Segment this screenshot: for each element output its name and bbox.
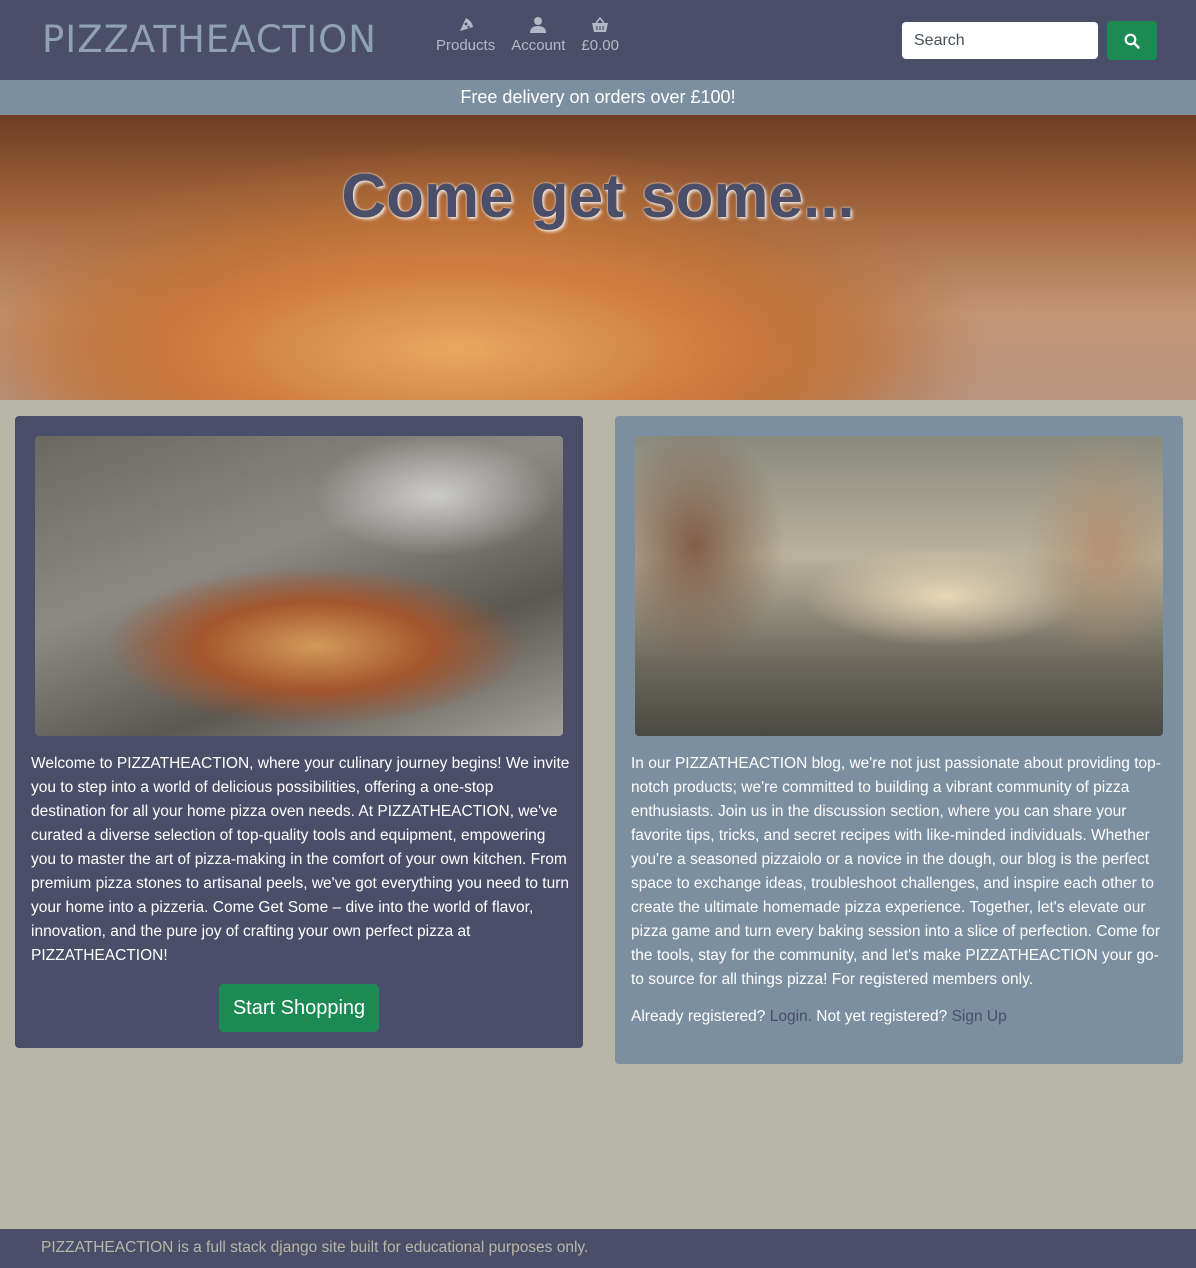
not-registered-label: Not yet registered? (816, 1008, 948, 1025)
hero-title: Come get some... (341, 162, 855, 231)
site-logo[interactable]: PIZZATHEACTION (42, 18, 377, 61)
nav-products[interactable]: Products (436, 16, 495, 54)
search-icon (1124, 33, 1140, 49)
welcome-text: Welcome to PIZZATHEACTION, where your cu… (31, 755, 570, 964)
nav-account[interactable]: Account (511, 16, 565, 54)
site-footer: PIZZATHEACTION is a full stack django si… (0, 1229, 1196, 1268)
nav-basket[interactable]: £0.00 (581, 16, 619, 54)
user-icon (530, 17, 547, 33)
signup-link[interactable]: Sign Up (952, 1008, 1007, 1025)
blog-card: In our PIZZATHEACTION blog, we're not ju… (615, 416, 1183, 1064)
search-button[interactable] (1107, 21, 1157, 60)
pizza-oven-image (35, 436, 563, 736)
welcome-card: Welcome to PIZZATHEACTION, where your cu… (15, 416, 583, 1048)
login-link[interactable]: Login. (770, 1008, 812, 1025)
search-input[interactable] (902, 22, 1098, 59)
footer-text: PIZZATHEACTION is a full stack django si… (41, 1239, 589, 1256)
basket-icon (592, 16, 609, 32)
hero-image: Come get some... (0, 115, 1196, 400)
blog-text: In our PIZZATHEACTION blog, we're not ju… (631, 755, 1161, 988)
friends-pizza-image (635, 436, 1163, 736)
already-registered-label: Already registered? (631, 1008, 766, 1025)
pizza-slice-icon (459, 18, 473, 31)
delivery-banner: Free delivery on orders over £100! (0, 80, 1196, 115)
site-header: PIZZATHEACTION Products Account £0.00 (0, 0, 1196, 80)
register-prompt: Already registered? Login. Not yet regis… (631, 1008, 1007, 1026)
nav-products-label: Products (436, 37, 496, 54)
nav-account-label: Account (511, 37, 566, 54)
basket-total: £0.00 (581, 37, 619, 54)
main-nav: Products Account £0.00 (436, 16, 635, 54)
start-shopping-button[interactable]: Start Shopping (219, 984, 379, 1032)
